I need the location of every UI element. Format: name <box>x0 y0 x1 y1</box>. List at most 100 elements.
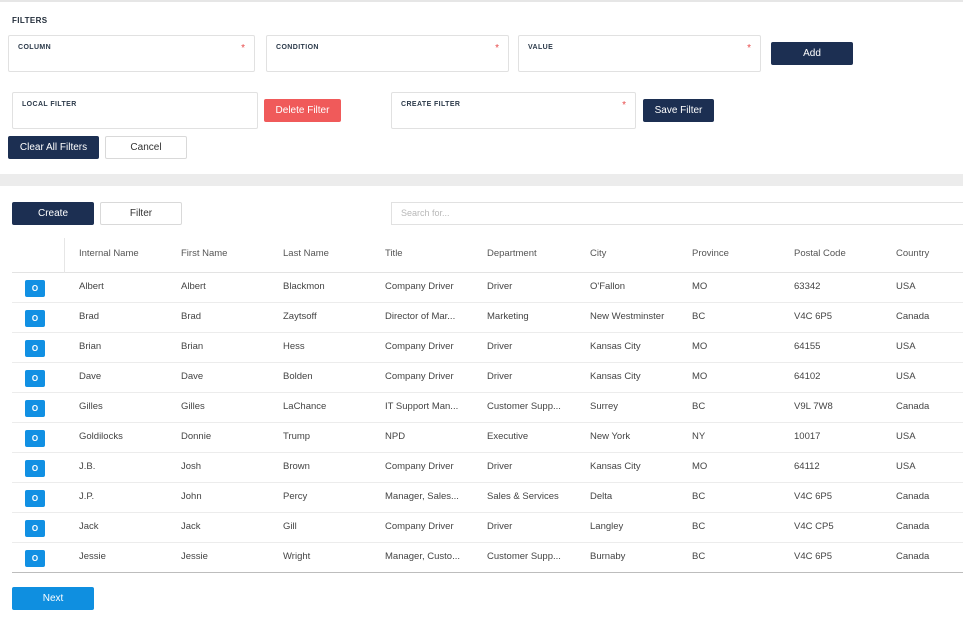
table-row[interactable]: O Brad Brad Zaytsoff Director of Mar... Marke… <box>12 303 963 333</box>
cell-province: BC <box>692 311 706 322</box>
cell-first-name: Jessie <box>181 551 208 562</box>
cell-city: Burnaby <box>590 551 626 562</box>
condition-label: CONDITION <box>276 44 319 51</box>
column-field[interactable]: COLUMN * <box>8 35 255 72</box>
table-row[interactable]: O Dave Dave Bolden Company Driver Driver Kansa… <box>12 363 963 393</box>
cell-department: Driver <box>487 341 513 352</box>
open-record-button[interactable]: O <box>25 370 45 387</box>
cell-last-name: Wright <box>283 551 311 562</box>
column-label: COLUMN <box>18 44 52 51</box>
cell-first-name: Brad <box>181 311 202 322</box>
cell-province: MO <box>692 371 708 382</box>
open-record-button[interactable]: O <box>25 400 45 417</box>
cell-province: MO <box>692 281 708 292</box>
open-record-button[interactable]: O <box>25 430 45 447</box>
cell-postal-code: 64155 <box>794 341 821 352</box>
create-filter-label: CREATE FILTER <box>401 101 461 108</box>
table-row[interactable]: O Jack Jack Gill Company Driver Driver Langley… <box>12 513 963 543</box>
cell-title: Director of Mar... <box>385 311 456 322</box>
cell-country: Canada <box>896 491 930 502</box>
cell-title: Company Driver <box>385 371 454 382</box>
cell-first-name: Gilles <box>181 401 205 412</box>
cell-internal-name: Goldilocks <box>79 431 123 442</box>
table-row[interactable]: O J.P. John Percy Manager, Sales... Sales & S… <box>12 483 963 513</box>
column-header-title[interactable]: Title <box>385 248 403 259</box>
cell-postal-code: 10017 <box>794 431 821 442</box>
required-asterisk: * <box>622 100 626 111</box>
cell-first-name: Jack <box>181 521 201 532</box>
open-record-button[interactable]: O <box>25 490 45 507</box>
cell-city: Kansas City <box>590 371 641 382</box>
cell-department: Executive <box>487 431 529 442</box>
cell-title: IT Support Man... <box>385 401 459 412</box>
column-header-city[interactable]: City <box>590 248 606 259</box>
search-input[interactable]: Search for... <box>391 202 963 225</box>
cell-province: BC <box>692 551 706 562</box>
local-filter-field[interactable]: LOCAL FILTER <box>12 92 258 129</box>
column-header-first-name[interactable]: First Name <box>181 248 227 259</box>
cell-city: New York <box>590 431 631 442</box>
cell-first-name: Dave <box>181 371 204 382</box>
cell-department: Sales & Services <box>487 491 559 502</box>
open-record-button[interactable]: O <box>25 340 45 357</box>
column-header-department[interactable]: Department <box>487 248 537 259</box>
column-header-country[interactable]: Country <box>896 248 929 259</box>
table-row[interactable]: O Gilles Gilles LaChance IT Support Man... Cu… <box>12 393 963 423</box>
cell-last-name: Gill <box>283 521 297 532</box>
value-field[interactable]: VALUE * <box>518 35 761 72</box>
cell-province: BC <box>692 521 706 532</box>
cancel-button[interactable]: Cancel <box>105 136 187 159</box>
delete-filter-button[interactable]: Delete Filter <box>264 99 341 122</box>
cell-postal-code: V9L 7W8 <box>794 401 833 412</box>
table-row[interactable]: O Brian Brian Hess Company Driver Driver Kansa… <box>12 333 963 363</box>
cell-postal-code: V4C 6P5 <box>794 311 833 322</box>
column-header-postal-code[interactable]: Postal Code <box>794 248 846 259</box>
table-row[interactable]: O Jessie Jessie Wright Manager, Custo... Cust… <box>12 543 963 573</box>
column-header-province[interactable]: Province <box>692 248 729 259</box>
table-row[interactable]: O Goldilocks Donnie Trump NPD Executive New Yo… <box>12 423 963 453</box>
local-filter-label: LOCAL FILTER <box>22 101 77 108</box>
cell-department: Driver <box>487 521 513 532</box>
table-row[interactable]: O J.B. Josh Brown Company Driver Driver Kansas… <box>12 453 963 483</box>
open-record-button[interactable]: O <box>25 550 45 567</box>
cell-department: Customer Supp... <box>487 551 561 562</box>
save-filter-button[interactable]: Save Filter <box>643 99 714 122</box>
cell-last-name: Brown <box>283 461 310 472</box>
cell-last-name: LaChance <box>283 401 327 412</box>
cell-first-name: Albert <box>181 281 206 292</box>
cell-postal-code: 63342 <box>794 281 821 292</box>
open-record-button[interactable]: O <box>25 520 45 537</box>
add-button[interactable]: Add <box>771 42 853 65</box>
cell-department: Marketing <box>487 311 529 322</box>
table-header: Internal Name First Name Last Name Title Dep… <box>12 238 963 273</box>
next-button[interactable]: Next <box>12 587 94 610</box>
create-button[interactable]: Create <box>12 202 94 225</box>
cell-department: Driver <box>487 281 513 292</box>
condition-field[interactable]: CONDITION * <box>266 35 509 72</box>
cell-province: BC <box>692 491 706 502</box>
cell-last-name: Blackmon <box>283 281 325 292</box>
cell-city: Surrey <box>590 401 618 412</box>
cell-first-name: Brian <box>181 341 204 352</box>
cell-title: Company Driver <box>385 281 454 292</box>
cell-internal-name: Brad <box>79 311 100 322</box>
create-filter-field[interactable]: CREATE FILTER * <box>391 92 636 129</box>
cell-country: Canada <box>896 521 930 532</box>
top-divider <box>0 0 963 2</box>
open-record-button[interactable]: O <box>25 280 45 297</box>
column-header-last-name[interactable]: Last Name <box>283 248 329 259</box>
header-divider <box>64 238 65 273</box>
cell-first-name: Josh <box>181 461 202 472</box>
cell-province: MO <box>692 461 708 472</box>
cell-country: USA <box>896 461 916 472</box>
required-asterisk: * <box>241 43 245 54</box>
open-record-button[interactable]: O <box>25 310 45 327</box>
filter-button[interactable]: Filter <box>100 202 182 225</box>
column-header-internal-name[interactable]: Internal Name <box>79 248 139 259</box>
open-record-button[interactable]: O <box>25 460 45 477</box>
clear-all-filters-button[interactable]: Clear All Filters <box>8 136 99 159</box>
cell-internal-name: Dave <box>79 371 102 382</box>
table-row[interactable]: O Albert Albert Blackmon Company Driver Drive… <box>12 273 963 303</box>
cell-country: USA <box>896 281 916 292</box>
cell-country: Canada <box>896 551 930 562</box>
